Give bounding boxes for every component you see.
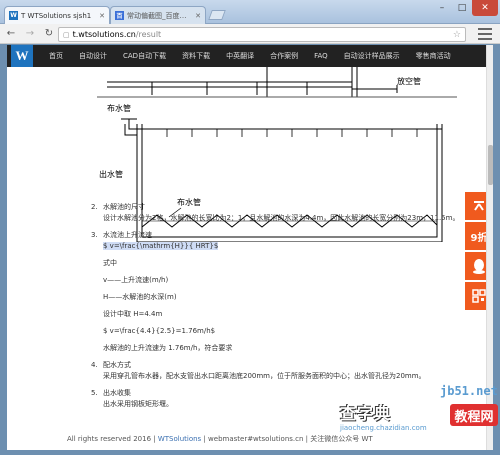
new-tab-button[interactable] — [208, 10, 226, 20]
qr-code-icon — [472, 289, 486, 303]
section-3: 3. 水流池上升流速 $ v=\frac{\mathrm{H}}{ HRT}$ … — [91, 230, 471, 354]
result-text: 水解池的上升流速为 1.76m/h，符合要求 — [103, 344, 233, 352]
url-host: t.wtsolutions.cn — [72, 30, 136, 39]
baidu-favicon-icon: 百 — [115, 11, 124, 20]
v-definition: v——上升流速(m/h) — [103, 276, 169, 284]
tab-title: T WTSolutions sjsh1 — [21, 11, 92, 20]
nav-resources[interactable]: 资料下载 — [182, 51, 210, 61]
section-heading: 出水收集 — [103, 389, 131, 397]
nav-cases[interactable]: 合作案例 — [270, 51, 298, 61]
qq-penguin-icon — [473, 259, 485, 274]
section-2: 2. 水解池的尺寸 设计水解池分为2格，水解池的长宽比为2：1，且水解池的水深为… — [91, 202, 471, 224]
page-info-icon[interactable]: ▢ — [63, 31, 70, 39]
list-number: 4. — [91, 361, 98, 369]
section-heading: 配水方式 — [103, 361, 131, 369]
design-value: 设计中取 H=4.4m — [103, 310, 163, 318]
site-watermark: jb51.net 查字典 教程网 jiaocheng.chazidian.com — [340, 382, 500, 455]
h-definition: H——水解池的水深(m) — [103, 293, 177, 301]
section-heading: 水流池上升流速 — [103, 231, 152, 239]
section-4: 4. 配水方式 采用穿孔管布水器，配水支管出水口距离池底200mm，位于所服务面… — [91, 360, 471, 382]
nav-retail[interactable]: 零售商活动 — [416, 51, 451, 61]
section-heading: 水解池的尺寸 — [103, 203, 145, 211]
formula-velocity: $ v=\frac{\mathrm{H}}{ HRT}$ — [103, 242, 219, 250]
bookmark-star-icon[interactable]: ☆ — [453, 30, 461, 40]
address-bar[interactable]: ▢ t.wtsolutions.cn /result ☆ — [58, 27, 466, 42]
section-text: 采用穿孔管布水器，配水支管出水口距离池底200mm，位于所服务面积的中心；出水管… — [103, 372, 426, 380]
label-outlet-pipe: 出水管 — [99, 169, 123, 179]
watermark-main: 查字典 — [340, 404, 392, 423]
site-navbar: W 首页 自动设计 CAD自动下载 资料下载 中英翻译 合作案例 FAQ 自动设… — [7, 45, 493, 67]
formula-calc: $ v=\frac{4.4}{2.5}=1.76m/h$ — [103, 327, 216, 335]
tab-baidu[interactable]: 百 常动偏截图_百度经验 ✕ — [110, 6, 206, 24]
section-text: 设计水解池分为2格，水解池的长宽比为2：1，且水解池的水深为4.4m，因此水解池… — [103, 214, 460, 222]
nav-translation[interactable]: 中英翻译 — [226, 51, 254, 61]
maximize-icon[interactable]: □ — [452, 0, 472, 16]
watermark-sub: jiaocheng.chazidian.com — [340, 424, 427, 432]
reload-icon[interactable]: ↻ — [41, 26, 57, 42]
footer-copyright: All rights reserved 2016 | — [67, 435, 156, 443]
browser-titlebar: W T WTSolutions sjsh1 ✕ 百 常动偏截图_百度经验 ✕ –… — [0, 0, 500, 24]
url-path: /result — [135, 30, 162, 39]
list-number: 5. — [91, 389, 98, 397]
nav-faq[interactable]: FAQ — [314, 52, 328, 60]
tab-wtsolutions[interactable]: W T WTSolutions sjsh1 ✕ — [4, 6, 110, 24]
list-number: 2. — [91, 203, 98, 211]
tab-close-icon[interactable]: ✕ — [99, 12, 105, 20]
label-distributor-top: 布水管 — [107, 103, 131, 113]
forward-arrow-icon[interactable]: → — [22, 26, 38, 42]
browser-toolbar: ← → ↻ ▢ t.wtsolutions.cn /result ☆ — [0, 24, 500, 44]
nav-auto-design[interactable]: 自动设计 — [79, 51, 107, 61]
where-label: 式中 — [103, 259, 117, 267]
tab-title: 常动偏截图_百度经验 — [127, 11, 194, 20]
tab-close-icon[interactable]: ✕ — [195, 12, 201, 20]
watermark-url: jb51.net — [440, 384, 498, 398]
minimize-icon[interactable]: – — [432, 0, 452, 16]
wtsolutions-favicon-icon: W — [9, 11, 18, 20]
nav-home[interactable]: 首页 — [49, 51, 63, 61]
section-text: 出水采用钢板矩形堰。 — [103, 400, 173, 408]
watermark-badge: 教程网 — [450, 404, 498, 426]
back-arrow-icon[interactable]: ← — [3, 26, 19, 42]
arrow-up-icon — [474, 201, 484, 211]
list-number: 3. — [91, 231, 98, 239]
label-vent-pipe: 放空管 — [397, 76, 421, 86]
site-logo[interactable]: W — [11, 45, 33, 67]
browser-menu-icon[interactable] — [478, 28, 492, 40]
footer-brand-link[interactable]: WTSolutions — [158, 435, 201, 443]
window-close-icon[interactable]: ✕ — [472, 0, 498, 16]
scrollbar-thumb[interactable] — [488, 145, 493, 185]
nav-cad-download[interactable]: CAD自动下载 — [123, 51, 166, 61]
nav-samples[interactable]: 自动设计样品展示 — [344, 51, 400, 61]
page-footer: All rights reserved 2016 | WTSolutions |… — [67, 434, 373, 444]
